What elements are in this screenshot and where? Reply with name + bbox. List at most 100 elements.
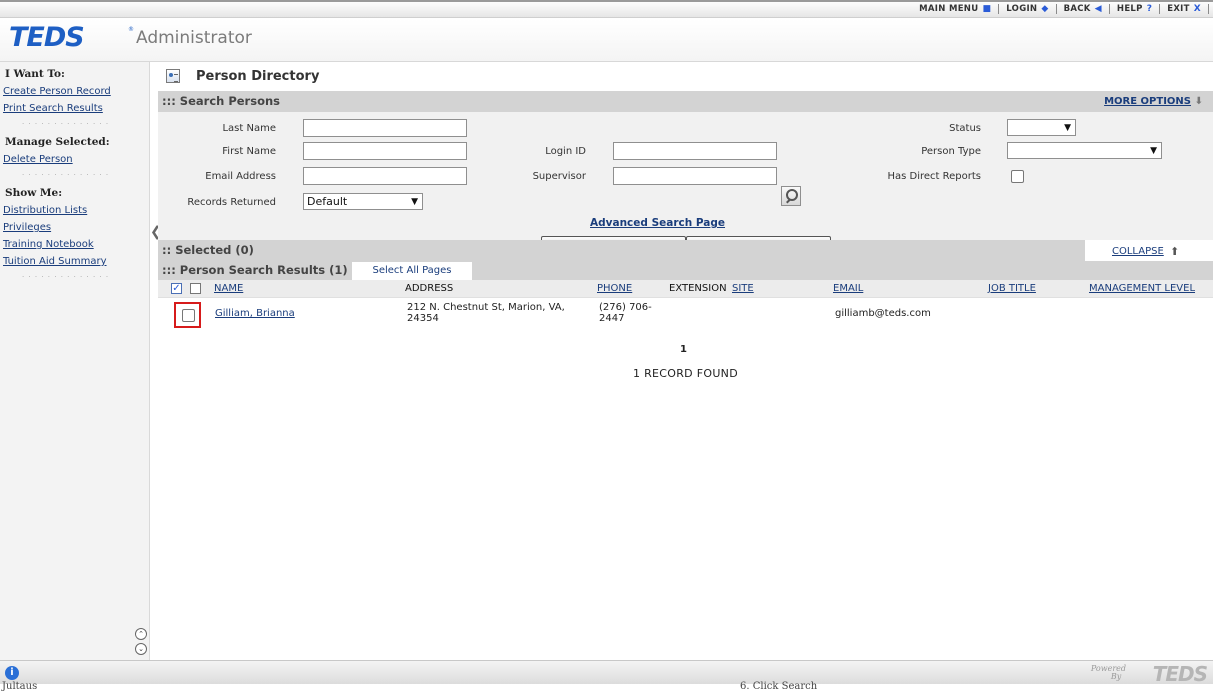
- footer: i Powered By TEDS: [0, 660, 1213, 686]
- first-name-input[interactable]: [303, 142, 467, 160]
- exit-label: EXIT: [1167, 4, 1190, 14]
- page-header: Person Directory: [158, 62, 1213, 91]
- email-address-input[interactable]: [303, 167, 467, 185]
- collapse-up-icon[interactable]: ⬆: [1170, 245, 1179, 258]
- help-label: HELP: [1116, 4, 1143, 14]
- sidebar-collapse-handle[interactable]: ❮: [150, 212, 162, 252]
- advanced-search-link[interactable]: Advanced Search Page: [590, 217, 725, 229]
- teds-logo: TEDS: [9, 22, 85, 53]
- top-nav: MAIN MENU ■ LOGIN ◆ BACK ◀ HELP ? EXIT X: [912, 4, 1209, 14]
- selected-count-label: :: Selected (0): [162, 243, 254, 257]
- records-returned-select[interactable]: Default ▼: [303, 193, 423, 210]
- address-cell: 212 N. Chestnut St, Marion, VA, 24354: [407, 302, 565, 324]
- selected-bar: :: Selected (0) COLLAPSE ⬆: [158, 240, 1213, 265]
- select-all-pages-button[interactable]: Select All Pages: [352, 262, 472, 280]
- column-header-site[interactable]: SITE: [732, 283, 754, 294]
- column-header-phone[interactable]: PHONE: [597, 283, 632, 294]
- square-icon: ■: [982, 3, 992, 14]
- underlying-document-strip: Jultaus 6. Click Search: [0, 681, 1213, 692]
- back-label: BACK: [1063, 4, 1091, 14]
- help-link[interactable]: HELP ?: [1110, 4, 1159, 14]
- sidebar-divider: · · · · · · · · · · · · · ·: [22, 120, 110, 128]
- chevron-down-icon: ▼: [411, 197, 418, 207]
- login-label: LOGIN: [1006, 4, 1038, 14]
- column-header-job-title[interactable]: JOB TITLE: [988, 283, 1036, 294]
- email-address-label: Email Address: [205, 171, 276, 182]
- registered-mark: ®: [128, 26, 134, 33]
- exit-link[interactable]: EXIT X: [1160, 4, 1208, 14]
- app-name: Administrator: [136, 28, 252, 48]
- powered-by-text: Powered By: [1091, 665, 1126, 681]
- column-header-address: ADDRESS: [405, 283, 454, 294]
- phone-cell: (276) 706- 2447: [599, 302, 652, 324]
- diamond-icon: ◆: [1041, 3, 1049, 14]
- email-cell: gilliamb@teds.com: [835, 308, 931, 319]
- select-all-checkbox[interactable]: [190, 283, 201, 294]
- sidebar-divider: · · · · · · · · · · · · · ·: [22, 171, 110, 179]
- table-header: ✓ NAME ADDRESS PHONE EXTENSION SITE EMAI…: [158, 280, 1213, 298]
- records-returned-value: Default: [307, 195, 348, 208]
- column-header-email[interactable]: EMAIL: [833, 283, 863, 294]
- supervisor-label: Supervisor: [532, 171, 586, 182]
- results-bar: ::: Person Search Results (1) Select All…: [158, 261, 1213, 280]
- powered-by-line-2: By: [1110, 672, 1122, 681]
- login-link[interactable]: LOGIN ◆: [999, 4, 1055, 14]
- collapse-link[interactable]: COLLAPSE: [1112, 246, 1164, 257]
- more-options-link[interactable]: MORE OPTIONS: [1104, 91, 1191, 112]
- page-number[interactable]: 1: [680, 344, 687, 355]
- left-sidebar: I Want To: Create Person Record Print Se…: [0, 62, 150, 660]
- privileges-link[interactable]: Privileges: [3, 222, 149, 233]
- phone-line-2: 2447: [599, 313, 625, 324]
- person-type-label: Person Type: [921, 146, 981, 157]
- phone-line-1: (276) 706-: [599, 302, 652, 313]
- show-me-heading: Show Me:: [5, 187, 63, 199]
- address-line-2: 24354: [407, 313, 439, 324]
- directory-icon: [166, 69, 180, 83]
- scroll-down-icon[interactable]: ⌄: [135, 643, 147, 655]
- column-header-name[interactable]: NAME: [214, 283, 243, 294]
- login-id-label: Login ID: [545, 146, 586, 157]
- person-type-select[interactable]: ▼: [1007, 142, 1162, 159]
- results-count-label: ::: Person Search Results (1): [162, 263, 348, 277]
- records-found-text: 1 RECORD FOUND: [633, 367, 738, 380]
- checked-checkbox-icon[interactable]: ✓: [171, 283, 182, 294]
- create-person-record-link[interactable]: Create Person Record: [3, 86, 149, 97]
- training-notebook-link[interactable]: Training Notebook: [3, 239, 149, 250]
- sidebar-scroll-controls: ⌃ ⌄: [135, 628, 147, 655]
- main-content: Person Directory ::: Search Persons MORE…: [158, 62, 1213, 660]
- expand-down-icon[interactable]: ⬇: [1195, 91, 1203, 112]
- back-link[interactable]: BACK ◀: [1057, 4, 1109, 14]
- main-menu-label: MAIN MENU: [919, 4, 979, 14]
- scroll-up-icon[interactable]: ⌃: [135, 628, 147, 640]
- main-menu-link[interactable]: MAIN MENU ■: [912, 4, 998, 14]
- last-name-input[interactable]: [303, 119, 467, 137]
- first-name-label: First Name: [222, 146, 276, 157]
- tuition-aid-summary-link[interactable]: Tuition Aid Summary: [3, 256, 149, 267]
- info-icon[interactable]: i: [5, 666, 19, 680]
- table-row: Gilliam, Brianna 212 N. Chestnut St, Mar…: [158, 298, 1213, 336]
- supervisor-input[interactable]: [613, 167, 777, 185]
- last-name-label: Last Name: [222, 123, 276, 134]
- app-header: TEDS ® Administrator: [0, 19, 1213, 62]
- supervisor-lookup-icon[interactable]: [781, 186, 801, 206]
- print-search-results-link[interactable]: Print Search Results: [3, 103, 149, 114]
- delete-person-link[interactable]: Delete Person: [3, 154, 149, 165]
- distribution-lists-link[interactable]: Distribution Lists: [3, 205, 149, 216]
- nav-divider: [1208, 4, 1209, 14]
- help-icon: ?: [1146, 3, 1153, 14]
- results-table: ✓ NAME ADDRESS PHONE EXTENSION SITE EMAI…: [158, 280, 1213, 336]
- login-id-input[interactable]: [613, 142, 777, 160]
- sidebar-divider: · · · · · · · · · · · · · ·: [22, 273, 110, 281]
- row-checkbox[interactable]: [182, 309, 195, 322]
- column-header-extension: EXTENSION: [669, 283, 727, 294]
- chevron-down-icon: ▼: [1150, 146, 1157, 156]
- i-want-to-heading: I Want To:: [5, 68, 65, 80]
- status-label: Status: [949, 123, 981, 134]
- column-header-management-level[interactable]: MANAGEMENT LEVEL: [1089, 283, 1195, 294]
- footer-teds-logo: TEDS: [1152, 662, 1208, 686]
- back-arrow-icon: ◀: [1094, 3, 1102, 14]
- status-select[interactable]: ▼: [1007, 119, 1076, 136]
- has-direct-reports-checkbox[interactable]: [1011, 170, 1024, 183]
- person-name-link[interactable]: Gilliam, Brianna: [215, 308, 295, 319]
- search-persons-bar: ::: Search Persons MORE OPTIONS ⬇: [158, 91, 1213, 112]
